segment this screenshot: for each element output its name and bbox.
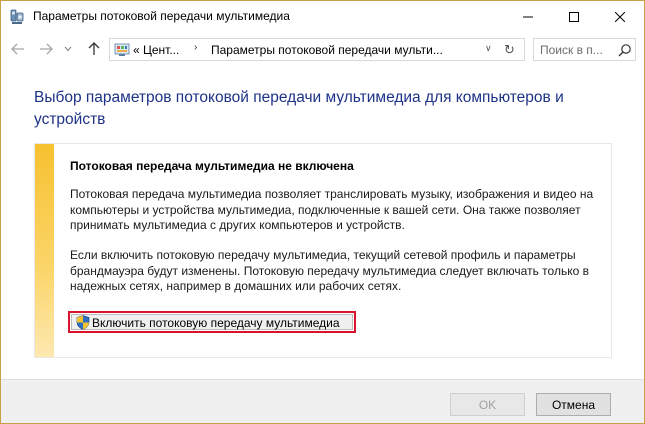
warning-stripe <box>35 144 54 357</box>
chevron-down-icon <box>64 46 72 52</box>
search-box[interactable] <box>533 38 636 61</box>
maximize-icon <box>569 11 579 22</box>
up-button[interactable] <box>83 39 105 59</box>
search-icon[interactable] <box>618 43 632 57</box>
address-dropdown-icon[interactable]: ∨ <box>485 43 492 54</box>
main-content: Выбор параметров потоковой передачи муль… <box>1 66 644 379</box>
page-title: Выбор параметров потоковой передачи муль… <box>34 89 564 128</box>
breadcrumb-current[interactable]: Параметры потоковой передачи мульти... <box>211 43 443 57</box>
info-panel: Потоковая передача мультимедиа не включе… <box>34 143 612 358</box>
cancel-button[interactable]: Отмена <box>536 393 611 416</box>
maximize-button[interactable] <box>551 1 597 32</box>
navigation-bar: « Цент... › Параметры потоковой передачи… <box>1 32 644 66</box>
arrow-left-icon <box>11 43 24 55</box>
dialog-window: Параметры потоковой передачи мультимедиа <box>0 0 645 424</box>
control-panel-icon <box>114 43 130 56</box>
search-input[interactable] <box>540 41 612 58</box>
dialog-footer: OK Отмена <box>1 379 644 423</box>
recent-locations-button[interactable] <box>61 39 75 59</box>
title-bar[interactable]: Параметры потоковой передачи мультимедиа <box>1 1 644 32</box>
ok-button[interactable]: OK <box>450 393 525 416</box>
info-description: Потоковая передача мультимедиа позволяет… <box>70 187 594 232</box>
info-title: Потоковая передача мультимедиа не включе… <box>70 159 354 173</box>
media-streaming-icon <box>10 9 24 24</box>
address-bar[interactable]: « Цент... › Параметры потоковой передачи… <box>109 38 525 61</box>
uac-shield-icon <box>76 315 90 330</box>
breadcrumb-control-panel[interactable]: « Цент... <box>133 43 179 57</box>
close-icon <box>615 11 625 22</box>
close-button[interactable] <box>597 1 643 32</box>
window-title: Параметры потоковой передачи мультимедиа <box>33 9 290 23</box>
back-button[interactable] <box>7 39 29 59</box>
arrow-right-icon <box>40 43 53 55</box>
breadcrumb-separator-icon[interactable]: › <box>194 42 197 53</box>
minimize-button[interactable] <box>505 1 551 32</box>
info-warning-text: Если включить потоковую передачу мультим… <box>70 248 589 293</box>
minimize-icon <box>523 16 533 17</box>
enable-streaming-button[interactable]: Включить потоковую передачу мультимедиа <box>68 311 356 333</box>
arrow-up-icon <box>88 42 100 55</box>
refresh-icon[interactable]: ↻ <box>504 42 515 58</box>
enable-button-label[interactable]: Включить потоковую передачу мультимедиа <box>92 316 340 330</box>
forward-button[interactable] <box>35 39 57 59</box>
